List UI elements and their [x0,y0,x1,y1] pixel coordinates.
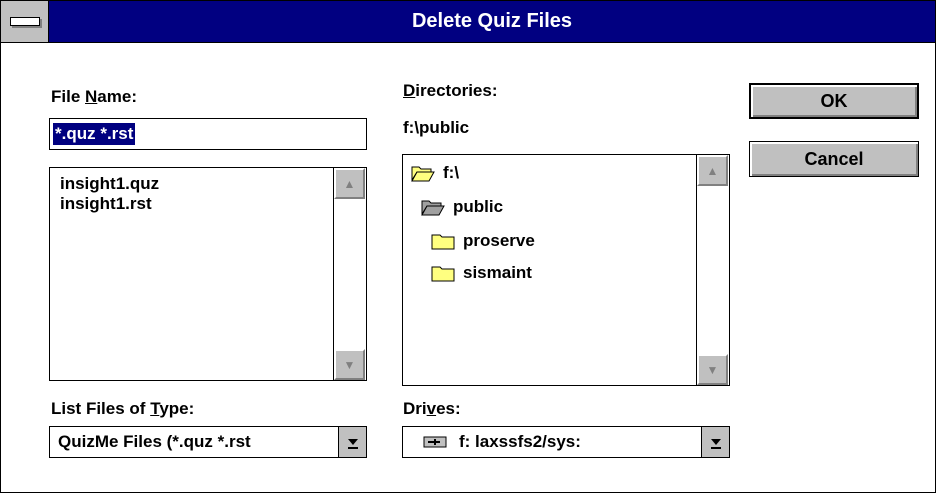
directories-label: Directories: [403,81,498,100]
dropdown-arrow-icon [347,439,358,449]
directory-item-sismaint[interactable]: sismaint [431,263,532,283]
file-list[interactable]: insight1.quz insight1.rst ▲ ▼ [49,167,367,381]
list-item[interactable]: insight1.quz [60,174,159,194]
drives-value: f: laxssfs2/sys: [459,432,581,451]
directory-list[interactable]: f:\ public proserve sismaint ▲ ▼ [402,154,730,386]
directory-item-root[interactable]: f:\ [411,163,459,183]
title-bar[interactable]: Delete Quiz Files [1,1,935,43]
file-name-label: File Name: [51,87,137,106]
file-type-value: QuizMe Files (*.quz *.rst [58,432,251,451]
scroll-up-arrow-icon[interactable]: ▲ [334,168,365,199]
file-name-value: *.quz *.rst [53,123,136,145]
directory-item-proserve[interactable]: proserve [431,231,535,251]
system-menu-icon [10,17,40,26]
file-list-scrollbar[interactable]: ▲ ▼ [333,168,366,380]
directory-item-public[interactable]: public [421,197,503,217]
ok-button[interactable]: OK [749,83,919,119]
cancel-button[interactable]: Cancel [749,141,919,177]
scroll-down-arrow-icon[interactable]: ▼ [697,354,728,385]
scroll-down-arrow-icon[interactable]: ▼ [334,349,365,380]
directory-item-label: sismaint [463,263,532,282]
directory-list-scrollbar[interactable]: ▲ ▼ [696,155,729,385]
current-directory-path: f:\public [403,118,470,137]
open-folder-icon [411,166,435,182]
system-menu-button[interactable] [1,1,49,42]
open-folder-icon [421,200,445,216]
directory-item-label: f:\ [443,163,460,182]
dropdown-arrow-icon [710,439,721,449]
drives-dropdown-button[interactable] [701,427,729,457]
directory-item-label: public [453,197,504,216]
folder-icon [431,234,455,250]
list-item[interactable]: insight1.rst [60,194,152,214]
drives-label: Drives: [403,399,461,418]
file-type-select[interactable]: QuizMe Files (*.quz *.rst [49,426,367,458]
file-type-label: List Files of Type: [51,399,195,418]
scroll-up-arrow-icon[interactable]: ▲ [697,155,728,186]
directory-item-label: proserve [463,231,535,250]
file-type-dropdown-button[interactable] [338,427,366,457]
file-name-input[interactable]: *.quz *.rst [49,118,367,150]
window-title: Delete Quiz Files [411,10,573,32]
drives-select[interactable]: f: laxssfs2/sys: [402,426,730,458]
folder-icon [431,266,455,282]
network-drive-icon [423,436,447,448]
delete-quiz-files-dialog: Delete Quiz Files File Name: *.quz *.rst… [0,0,936,493]
